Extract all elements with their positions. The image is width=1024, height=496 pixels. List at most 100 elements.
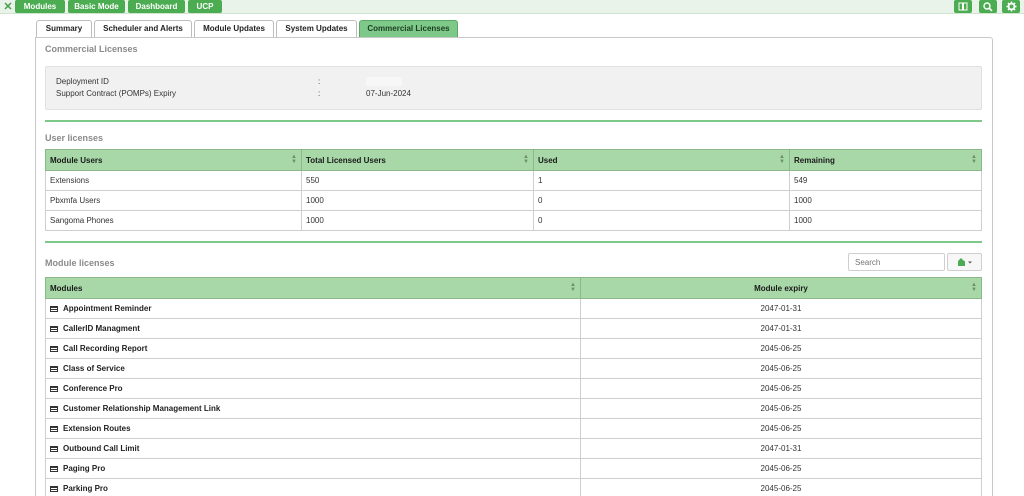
deployment-id-label: Deployment ID [56, 77, 109, 86]
tab-module-updates[interactable]: Module Updates [194, 20, 274, 37]
sort-icon: ▲ ▼ [291, 154, 297, 165]
module-name: Call Recording Report [63, 344, 148, 353]
sort-icon: ▲ ▼ [779, 154, 785, 165]
sort-icon: ▲ ▼ [523, 154, 529, 165]
column-header-module-expiry[interactable]: Module expiry ▲ ▼ [580, 277, 982, 299]
header-label: Total Licensed Users [306, 155, 386, 165]
table-row: Parking Pro 2045-06-25 [45, 478, 982, 496]
table-cell: 0 [533, 210, 790, 231]
module-icon [50, 465, 58, 472]
column-header-used[interactable]: Used ▲ ▼ [533, 149, 790, 171]
export-button[interactable] [947, 253, 982, 271]
tab-system-updates[interactable]: System Updates [276, 20, 357, 37]
table-row: Paging Pro 2045-06-25 [45, 458, 982, 479]
table-row: Extensions 550 1 549 [45, 170, 982, 191]
close-icon[interactable]: ✕ [3, 1, 13, 13]
module-expiry-cell: 2047-01-31 [580, 318, 982, 339]
module-icon [50, 485, 58, 492]
gear-icon-button[interactable] [1002, 0, 1020, 13]
module-icon [50, 405, 58, 412]
module-name: Parking Pro [63, 484, 108, 493]
header-label: Modules [50, 283, 83, 293]
table-cell: 1 [533, 170, 790, 191]
module-name: Customer Relationship Management Link [63, 404, 221, 413]
table-cell: Sangoma Phones [45, 210, 302, 231]
module-expiry-cell: 2045-06-25 [580, 378, 982, 399]
deployment-id-value [366, 77, 402, 86]
tab-summary[interactable]: Summary [36, 20, 92, 37]
module-name: Outbound Call Limit [63, 444, 140, 453]
module-icon [50, 365, 58, 372]
module-name-cell: Customer Relationship Management Link [45, 398, 581, 419]
tab-commercial-licenses[interactable]: Commercial Licenses [359, 20, 458, 38]
module-name: Appointment Reminder [63, 304, 152, 313]
column-header-remaining[interactable]: Remaining ▲ ▼ [789, 149, 982, 171]
header-label: Module Users [50, 155, 103, 165]
support-expiry-label: Support Contract (POMPs) Expiry [56, 89, 177, 98]
commercial-licenses-title: Commercial Licenses [45, 44, 138, 54]
module-name: Conference Pro [63, 384, 123, 393]
module-name-cell: Call Recording Report [45, 338, 581, 359]
table-row: Customer Relationship Management Link 204… [45, 398, 982, 419]
dashboard-button[interactable]: Dashboard [128, 0, 185, 13]
ucp-button[interactable]: UCP [188, 0, 222, 13]
column-header-modules[interactable]: Modules ▲ ▼ [45, 277, 581, 299]
table-header-row: Modules ▲ ▼ Module expiry ▲ ▼ [45, 277, 982, 299]
module-name-cell: CallerID Managment [45, 318, 581, 339]
module-name-cell: Extension Routes [45, 418, 581, 439]
table-row: CallerID Managment 2047-01-31 [45, 318, 982, 339]
module-expiry-cell: 2045-06-25 [580, 358, 982, 379]
module-icon [50, 325, 58, 332]
deployment-id-separator: : [318, 77, 321, 86]
module-expiry-cell: 2047-01-31 [580, 438, 982, 459]
header-label: Remaining [794, 155, 835, 165]
license-info-box [45, 66, 982, 110]
module-licenses-table: Modules ▲ ▼ Module expiry ▲ ▼ Appointment Re… [45, 277, 982, 496]
module-name-cell: Parking Pro [45, 478, 581, 496]
table-cell: 550 [301, 170, 534, 191]
table-row: Conference Pro 2045-06-25 [45, 378, 982, 399]
table-cell: 1000 [301, 210, 534, 231]
module-name-cell: Appointment Reminder [45, 298, 581, 319]
module-icon [50, 425, 58, 432]
export-icon [957, 258, 972, 266]
sort-icon: ▲ ▼ [971, 282, 977, 293]
tab-scheduler-and-alerts[interactable]: Scheduler and Alerts [94, 20, 192, 37]
module-icon [50, 305, 58, 312]
table-cell: 0 [533, 190, 790, 211]
column-header-total-licensed-users[interactable]: Total Licensed Users ▲ ▼ [301, 149, 534, 171]
table-row: Outbound Call Limit 2047-01-31 [45, 438, 982, 459]
header-label: Module expiry [754, 283, 808, 293]
search-input[interactable] [848, 253, 945, 271]
book-icon [958, 2, 968, 11]
module-expiry-cell: 2045-06-25 [580, 338, 982, 359]
table-header-row: Module Users ▲ ▼ Total Licensed Users ▲ ▼ Us… [45, 149, 982, 171]
gear-icon [1005, 1, 1017, 12]
top-navigation-bar: ✕ Modules Basic Mode Dashboard UCP [0, 0, 1024, 14]
module-name: Class of Service [63, 364, 125, 373]
module-expiry-cell: 2045-06-25 [580, 398, 982, 419]
module-icon [50, 345, 58, 352]
search-icon [983, 1, 993, 12]
module-expiry-cell: 2045-06-25 [580, 418, 982, 439]
table-row: Extension Routes 2045-06-25 [45, 418, 982, 439]
support-expiry-value: 07-Jun-2024 [366, 89, 411, 98]
table-cell: 1000 [789, 210, 982, 231]
table-cell: Pbxmfa Users [45, 190, 302, 211]
sort-icon: ▲ ▼ [570, 282, 576, 293]
table-cell: 1000 [789, 190, 982, 211]
table-cell: Extensions [45, 170, 302, 191]
module-name-cell: Paging Pro [45, 458, 581, 479]
column-header-module-users[interactable]: Module Users ▲ ▼ [45, 149, 302, 171]
table-row: Sangoma Phones 1000 0 1000 [45, 210, 982, 231]
table-row: Pbxmfa Users 1000 0 1000 [45, 190, 982, 211]
table-row: Class of Service 2045-06-25 [45, 358, 982, 379]
book-icon-button[interactable] [954, 0, 972, 13]
basic-mode-button[interactable]: Basic Mode [68, 0, 125, 13]
search-icon-button[interactable] [979, 0, 997, 13]
module-expiry-cell: 2045-06-25 [580, 458, 982, 479]
sort-icon: ▲ ▼ [971, 154, 977, 165]
modules-button[interactable]: Modules [15, 0, 65, 13]
module-icon [50, 445, 58, 452]
module-name-cell: Class of Service [45, 358, 581, 379]
